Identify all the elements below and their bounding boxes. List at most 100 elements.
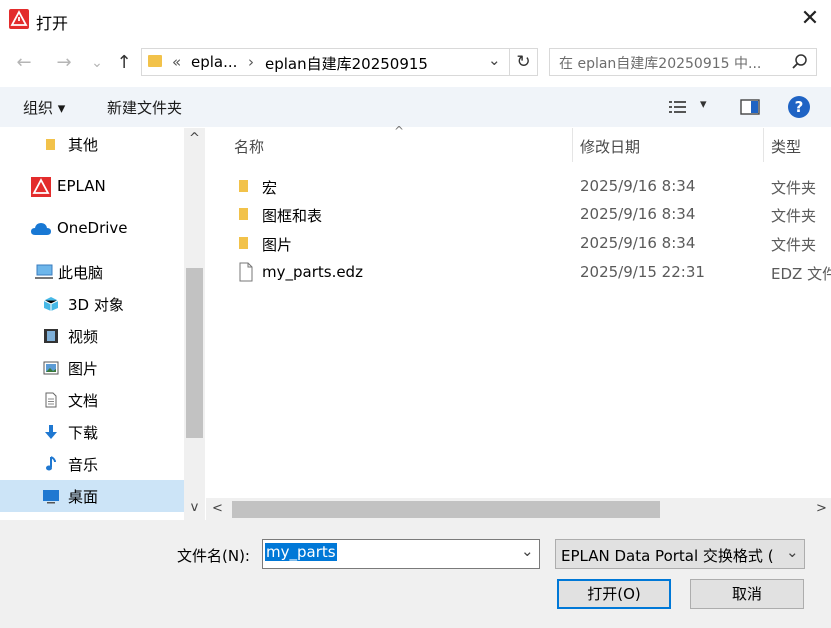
music-icon <box>43 456 59 472</box>
list-scroll-thumb[interactable] <box>232 501 660 518</box>
sort-indicator-icon: ^ <box>394 124 405 138</box>
nav-label: 音乐 <box>68 456 99 474</box>
folder-icon <box>238 206 254 226</box>
file-date: 2025/9/15 22:31 <box>580 263 705 281</box>
title-bar: 打开 ✕ <box>0 0 831 40</box>
help-button[interactable]: ? <box>788 96 810 118</box>
picture-icon <box>43 360 59 376</box>
folder-icon <box>238 178 254 198</box>
search-placeholder: 在 eplan自建库20250915 中... <box>559 56 762 72</box>
file-type: EDZ 文件 <box>771 265 831 283</box>
list-item[interactable]: 宏 2025/9/16 8:34 文件夹 <box>230 172 831 200</box>
column-divider[interactable] <box>763 128 764 162</box>
up-button[interactable]: ↑ <box>113 52 135 74</box>
folder-icon <box>238 235 254 255</box>
filename-label: 文件名(N): <box>177 547 250 565</box>
filename-value[interactable]: my_parts <box>265 543 337 561</box>
preview-pane-icon[interactable] <box>740 99 760 115</box>
column-header-date[interactable]: 修改日期 <box>580 136 640 157</box>
list-scroll-left-icon[interactable]: < <box>212 501 223 516</box>
nav-label: 下载 <box>68 424 99 442</box>
close-button[interactable]: ✕ <box>795 4 825 34</box>
file-icon <box>238 262 254 286</box>
window-title: 打开 <box>36 14 69 33</box>
nav-label: 此电脑 <box>58 264 104 282</box>
column-divider[interactable] <box>572 128 573 162</box>
nav-item-downloads[interactable]: 下载 <box>0 416 184 448</box>
search-icon[interactable] <box>790 52 810 72</box>
nav-item-this-pc[interactable]: 此电脑 <box>0 256 184 288</box>
navigation-pane: 其他 EPLAN OneDrive 此电脑 3D 对象 视频 图片 文档 下载 … <box>0 128 205 520</box>
file-type: 文件夹 <box>771 236 817 254</box>
nav-label: 桌面 <box>68 488 99 506</box>
column-header-type[interactable]: 类型 <box>771 136 801 157</box>
file-type: 文件夹 <box>771 179 817 197</box>
nav-item-videos[interactable]: 视频 <box>0 320 184 352</box>
nav-label: 图片 <box>68 360 99 378</box>
file-name: 图片 <box>262 236 293 254</box>
file-date: 2025/9/16 8:34 <box>580 234 696 252</box>
column-header-name[interactable]: 名称 <box>234 136 264 157</box>
back-button[interactable]: ← <box>13 52 35 74</box>
nav-item-other[interactable]: 其他 <box>0 128 184 160</box>
nav-label: OneDrive <box>57 219 128 237</box>
list-item[interactable]: 图片 2025/9/16 8:34 文件夹 <box>230 229 831 257</box>
nav-scroll-down-icon[interactable]: v <box>186 500 203 518</box>
list-item[interactable]: my_parts.edz 2025/9/15 22:31 EDZ 文件 <box>230 258 831 286</box>
nav-item-eplan[interactable]: EPLAN <box>0 171 184 203</box>
organize-button[interactable]: 组织 ▾ <box>23 97 65 118</box>
file-name: 图框和表 <box>262 207 323 225</box>
view-dropdown-icon[interactable]: ▾ <box>700 97 707 112</box>
breadcrumb-current[interactable]: eplan自建库20250915 <box>265 53 428 74</box>
document-icon <box>43 392 59 408</box>
breadcrumb-epla[interactable]: epla... <box>191 53 237 71</box>
file-type: 文件夹 <box>771 207 817 225</box>
nav-item-documents[interactable]: 文档 <box>0 384 184 416</box>
breadcrumb-separator[interactable]: › <box>248 53 254 71</box>
cube-icon <box>43 296 59 312</box>
dialog-footer <box>0 520 831 628</box>
filetype-dropdown-icon[interactable]: ⌄ <box>786 543 799 561</box>
file-name: my_parts.edz <box>262 263 363 281</box>
nav-item-3d-objects[interactable]: 3D 对象 <box>0 288 184 320</box>
nav-label: 文档 <box>68 392 99 410</box>
filetype-value: EPLAN Data Portal 交换格式 ( <box>561 547 774 565</box>
nav-label: 其他 <box>68 136 99 154</box>
video-icon <box>43 328 59 344</box>
nav-label: 视频 <box>68 328 99 346</box>
file-name: 宏 <box>262 179 278 197</box>
list-item[interactable]: 图框和表 2025/9/16 8:34 文件夹 <box>230 200 831 228</box>
filename-input[interactable]: my_parts ⌄ <box>262 539 540 569</box>
eplan-icon <box>31 177 51 197</box>
cloud-icon <box>30 221 52 237</box>
computer-icon <box>34 264 54 280</box>
download-icon <box>43 424 59 440</box>
open-button[interactable]: 打开(O) <box>557 579 671 609</box>
folder-icon <box>45 136 61 152</box>
list-scroll-right-icon[interactable]: > <box>816 501 827 516</box>
view-options-icon[interactable] <box>668 99 688 115</box>
new-folder-button[interactable]: 新建文件夹 <box>107 97 182 118</box>
filetype-select[interactable]: EPLAN Data Portal 交换格式 ( ⌄ <box>555 539 805 569</box>
nav-item-desktop[interactable]: 桌面 <box>0 480 184 512</box>
desktop-icon <box>42 488 60 504</box>
address-bar[interactable]: « epla... › eplan自建库20250915 ⌄ <box>141 48 510 76</box>
forward-button[interactable]: → <box>53 52 75 74</box>
nav-label: EPLAN <box>57 177 106 195</box>
cancel-button[interactable]: 取消 <box>690 579 804 609</box>
nav-item-pictures[interactable]: 图片 <box>0 352 184 384</box>
refresh-button[interactable]: ↻ <box>510 48 538 76</box>
breadcrumb-overflow[interactable]: « <box>172 53 181 71</box>
recent-locations-button[interactable]: ⌄ <box>86 52 108 74</box>
nav-item-onedrive[interactable]: OneDrive <box>0 213 184 245</box>
nav-item-music[interactable]: 音乐 <box>0 448 184 480</box>
nav-scroll-thumb[interactable] <box>186 268 203 438</box>
address-dropdown-icon[interactable]: ⌄ <box>488 51 501 69</box>
search-input[interactable]: 在 eplan自建库20250915 中... <box>549 48 817 76</box>
filename-dropdown-icon[interactable]: ⌄ <box>521 542 534 560</box>
nav-label: 3D 对象 <box>68 296 124 314</box>
folder-icon <box>148 55 162 67</box>
nav-scroll-up-icon[interactable]: ^ <box>186 131 203 149</box>
eplan-logo-icon <box>9 9 29 29</box>
file-date: 2025/9/16 8:34 <box>580 177 696 195</box>
